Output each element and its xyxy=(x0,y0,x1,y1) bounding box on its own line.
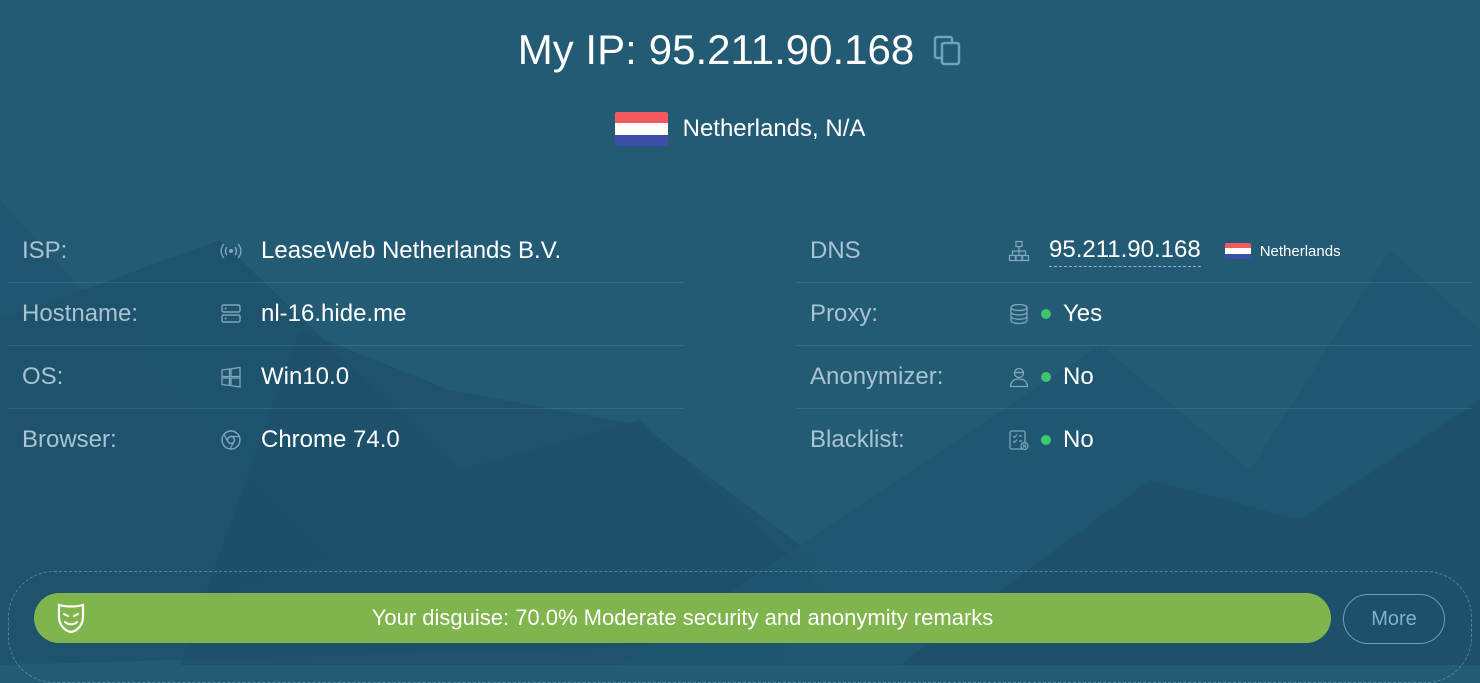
hostname-value: nl-16.hide.me xyxy=(261,300,407,327)
isp-row: ISP: LeaseWeb Netherlands B.V. xyxy=(8,220,684,283)
browser-row: Browser: Chrome 74.0 xyxy=(8,409,684,471)
proxy-value: Yes xyxy=(1041,300,1103,328)
status-dot xyxy=(1041,435,1051,445)
windows-icon xyxy=(221,366,241,388)
copy-icon[interactable] xyxy=(932,34,962,66)
anonymizer-text: No xyxy=(1063,363,1094,390)
isp-label: ISP: xyxy=(22,237,68,264)
blacklist-value: No xyxy=(1041,426,1094,454)
isp-value: LeaseWeb Netherlands B.V. xyxy=(261,237,562,264)
more-button[interactable]: More xyxy=(1343,594,1445,644)
browser-value: Chrome 74.0 xyxy=(261,426,400,453)
os-value: Win10.0 xyxy=(261,363,350,390)
chrome-icon xyxy=(221,430,241,450)
status-dot xyxy=(1041,372,1051,382)
os-label: OS: xyxy=(22,363,64,390)
dns-ip-link[interactable]: 95.211.90.168 xyxy=(1049,236,1201,267)
user-mask-icon xyxy=(1009,367,1029,388)
disguise-status-text: Your disguise: 70.0% Moderate security a… xyxy=(371,605,994,630)
connection-info-left: ISP: LeaseWeb Netherlands B.V. Hostname:… xyxy=(8,220,684,471)
title-prefix: My IP: xyxy=(517,26,637,73)
hostname-label: Hostname: xyxy=(22,300,139,327)
mask-icon xyxy=(57,603,85,634)
blacklist-text: No xyxy=(1063,426,1094,453)
location-row: Netherlands, N/A xyxy=(0,112,1480,146)
ip-address: 95.211.90.168 xyxy=(648,26,915,73)
proxy-text: Yes xyxy=(1063,300,1103,327)
dns-row: DNS 95.211.90.168 Netherlands xyxy=(796,220,1472,283)
netherlands-flag-icon xyxy=(614,112,668,146)
ip-title: My IP: 95.211.90.168 xyxy=(0,26,1480,74)
dns-country: Netherlands xyxy=(1259,242,1341,260)
proxy-label: Proxy: xyxy=(810,300,879,327)
anonymizer-label: Anonymizer: xyxy=(810,363,944,390)
os-row: OS: Win10.0 xyxy=(8,346,684,409)
anonymizer-value: No xyxy=(1041,363,1094,391)
blacklist-row: Blacklist: No xyxy=(796,409,1472,471)
blacklist-label: Blacklist: xyxy=(810,426,905,453)
browser-label: Browser: xyxy=(22,426,117,453)
proxy-row: Proxy: Yes xyxy=(796,283,1472,346)
location-text: Netherlands, N/A xyxy=(682,115,866,142)
anonymizer-row: Anonymizer: No xyxy=(796,346,1472,409)
database-icon xyxy=(1010,303,1028,325)
server-icon xyxy=(221,304,241,323)
hostname-row: Hostname: nl-16.hide.me xyxy=(8,283,684,346)
antenna-icon xyxy=(220,243,242,259)
disguise-status-bar: Your disguise: 70.0% Moderate security a… xyxy=(34,593,1331,643)
connection-info-right: DNS 95.211.90.168 Netherlands Proxy: Yes… xyxy=(796,220,1472,471)
netherlands-flag-icon xyxy=(1224,242,1251,260)
dns-value: 95.211.90.168 Netherlands xyxy=(1049,236,1341,267)
checklist-icon xyxy=(1009,430,1029,451)
status-dot xyxy=(1041,309,1051,319)
network-icon xyxy=(1008,240,1030,262)
dns-label: DNS xyxy=(810,237,861,264)
